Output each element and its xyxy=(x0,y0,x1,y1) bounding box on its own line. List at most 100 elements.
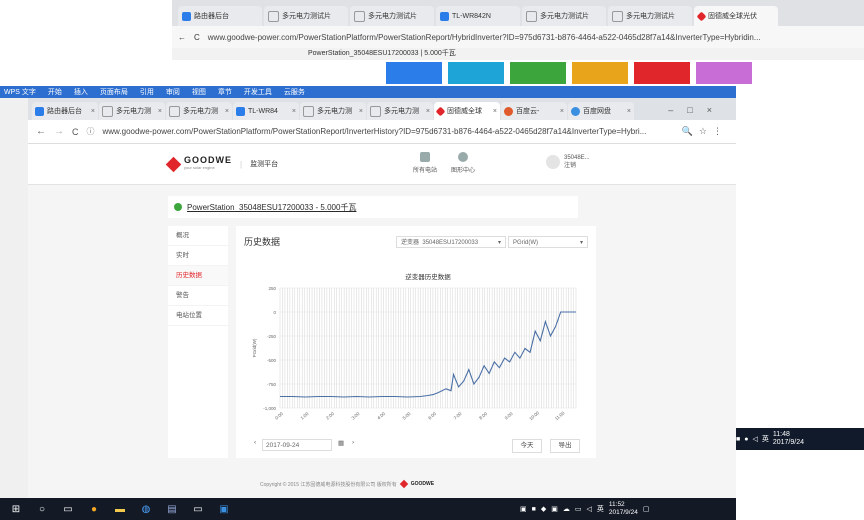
close-icon[interactable]: × xyxy=(627,108,631,115)
close-icon[interactable]: × xyxy=(560,108,564,115)
logout-link[interactable]: 注销 xyxy=(564,162,590,170)
network-icon[interactable]: ▭ xyxy=(575,505,582,513)
nav-all-stations[interactable]: 所有电站 xyxy=(410,152,440,174)
browser-tab[interactable]: 多元电力测 × xyxy=(300,102,366,120)
inverter-select[interactable]: 逆变器 35048ESU17200033 ▾ xyxy=(396,236,506,248)
close-icon[interactable]: × xyxy=(91,108,95,115)
clock[interactable]: 11:52 2017/9/24 xyxy=(609,501,638,517)
close-icon[interactable]: × xyxy=(158,108,162,115)
bg-tab-active[interactable]: 固德威全球光伏 xyxy=(694,6,778,26)
wps-menu-item[interactable]: 开发工具 xyxy=(244,87,272,97)
browser-tab[interactable]: 百度网盘 × xyxy=(568,102,634,120)
secondary-tray: ■ ● ◁ 英 11:48 2017/9/24 xyxy=(730,428,864,450)
folder-icon[interactable]: ▬ xyxy=(114,503,126,515)
wps-menu-item[interactable]: 视图 xyxy=(192,87,206,97)
reload-icon[interactable]: C xyxy=(194,33,200,42)
user-menu[interactable]: 35048E... 注销 xyxy=(546,154,590,170)
router-icon xyxy=(35,106,44,116)
browser-tab[interactable]: 多元电力测 × xyxy=(166,102,232,120)
task-view-icon[interactable]: ▭ xyxy=(62,503,74,515)
url-field[interactable]: www.goodwe-power.com/PowerStationPlatfor… xyxy=(103,127,647,136)
notification-icon[interactable]: ▢ xyxy=(643,505,650,513)
browser-tab[interactable]: 路由器后台 × xyxy=(32,102,98,120)
close-icon[interactable]: × xyxy=(426,108,430,115)
window-controls[interactable]: –□× xyxy=(668,105,726,115)
sidebar-item-history[interactable]: 历史数据 xyxy=(168,266,228,286)
browser-tab[interactable]: 多元电力测 × xyxy=(99,102,165,120)
sidebar-item-overview[interactable]: 概况 xyxy=(168,226,228,246)
wps-menu-item[interactable]: 云服务 xyxy=(284,87,305,97)
app-icon[interactable]: ◍ xyxy=(140,503,152,515)
browser-tab[interactable]: 多元电力测 × xyxy=(367,102,433,120)
bg-tab[interactable]: 路由器后台 xyxy=(178,6,262,26)
ime-indicator[interactable]: 英 xyxy=(762,434,769,444)
close-icon[interactable]: × xyxy=(493,108,497,115)
chrome-icon[interactable]: ● xyxy=(88,503,100,515)
footer-brand: GOODWE xyxy=(410,481,435,487)
start-icon[interactable]: ⊞ xyxy=(10,503,22,515)
bg-tab[interactable]: 多元电力测试片 xyxy=(522,6,606,26)
goodwe-diamond-icon xyxy=(399,479,409,489)
site-header: GOODWE your solar engine | 监测平台 所有电站 图形中… xyxy=(28,144,736,185)
close-icon[interactable]: × xyxy=(292,108,296,115)
app-icon[interactable]: ▣ xyxy=(218,503,230,515)
bg-tab[interactable]: 多元电力测试片 xyxy=(264,6,348,26)
system-tray: ▣ ■ ◆ ▣ ☁ ▭ ◁ 英 11:52 2017/9/24 ▢ xyxy=(520,500,736,518)
close-icon[interactable]: × xyxy=(225,108,229,115)
wps-menu-item[interactable]: 章节 xyxy=(218,87,232,97)
today-button[interactable]: 今天 xyxy=(512,439,542,453)
nav-graphics-center[interactable]: 图形中心 xyxy=(448,152,478,174)
bookmark-star-icon[interactable]: 🔍☆⋮ xyxy=(682,126,728,137)
sidebar-item-alerts[interactable]: 警告 xyxy=(168,286,228,306)
tray-icon[interactable]: ● xyxy=(744,436,748,443)
browser-tab[interactable]: TL-WR84 × xyxy=(233,102,299,120)
browser-tab-active[interactable]: 固德威全球 × xyxy=(434,102,500,120)
parameter-select[interactable]: PGrid(W) ▾ xyxy=(508,236,588,248)
tray-icon[interactable]: ■ xyxy=(736,436,740,443)
back-icon[interactable]: ← xyxy=(178,33,186,42)
monitor-icon xyxy=(420,152,430,162)
app-icon[interactable]: ▭ xyxy=(192,503,204,515)
wps-menu-item[interactable]: 页面布局 xyxy=(100,87,128,97)
ime-indicator[interactable]: 英 xyxy=(597,504,604,514)
cloud-icon[interactable]: ☁ xyxy=(563,505,570,513)
wps-menu-item[interactable]: 审阅 xyxy=(166,87,180,97)
tray-icon[interactable]: ■ xyxy=(532,506,536,513)
export-button[interactable]: 导出 xyxy=(550,439,580,453)
close-icon[interactable]: × xyxy=(359,108,363,115)
wps-menu-item[interactable]: 插入 xyxy=(74,87,88,97)
forward-icon[interactable]: → xyxy=(54,126,64,137)
bg-tab[interactable]: 多元电力测试片 xyxy=(350,6,434,26)
calendar-icon[interactable]: ▦ xyxy=(338,439,344,447)
tray-icon[interactable]: ▣ xyxy=(520,505,527,513)
bg-tile xyxy=(386,62,442,84)
station-name-link[interactable]: PowerStation_35048ESU17200033 - 5.000千瓦 xyxy=(187,202,356,213)
tray-icon[interactable]: ▣ xyxy=(551,505,558,513)
goodwe-logo[interactable]: GOODWE your solar engine | 监测平台 xyxy=(165,156,278,172)
date-input[interactable]: 2017-09-24 xyxy=(262,439,332,451)
next-date-icon[interactable]: › xyxy=(352,439,354,446)
volume-icon[interactable]: ◁ xyxy=(587,505,592,513)
bg-tab[interactable]: TL-WR842N xyxy=(436,6,520,26)
bg-url[interactable]: www.goodwe-power.com/PowerStationPlatfor… xyxy=(208,33,761,42)
bg-tab[interactable]: 多元电力测试片 xyxy=(608,6,692,26)
browser-tab[interactable]: 百度云- × xyxy=(501,102,567,120)
chevron-down-icon: ▾ xyxy=(579,240,583,246)
browser-tab-strip: 路由器后台 × 多元电力测 × 多元电力测 × TL-WR84 × 多元电力测 × 多元电… xyxy=(28,98,736,120)
prev-date-icon[interactable]: ‹ xyxy=(254,439,256,446)
back-icon[interactable]: ← xyxy=(36,126,46,137)
y-tick-label: -1,000 xyxy=(263,406,276,411)
page-icon xyxy=(169,105,180,117)
wps-menu-item[interactable]: 开始 xyxy=(48,87,62,97)
app-icon[interactable]: ▤ xyxy=(166,503,178,515)
search-icon[interactable]: ○ xyxy=(36,503,48,515)
shield-icon[interactable]: ◆ xyxy=(541,505,546,513)
reload-icon[interactable]: C xyxy=(72,127,79,137)
sidebar-item-realtime[interactable]: 实时 xyxy=(168,246,228,266)
wps-menu-item[interactable]: 引用 xyxy=(140,87,154,97)
page-icon xyxy=(370,105,381,117)
secondary-clock[interactable]: 11:48 2017/9/24 xyxy=(773,431,804,447)
volume-icon[interactable]: ◁ xyxy=(752,435,757,443)
wps-title-bar: WPS 文字 开始 插入 页面布局 引用 审阅 视图 章节 开发工具 云服务 xyxy=(0,86,736,98)
sidebar-item-location[interactable]: 电站位置 xyxy=(168,306,228,326)
